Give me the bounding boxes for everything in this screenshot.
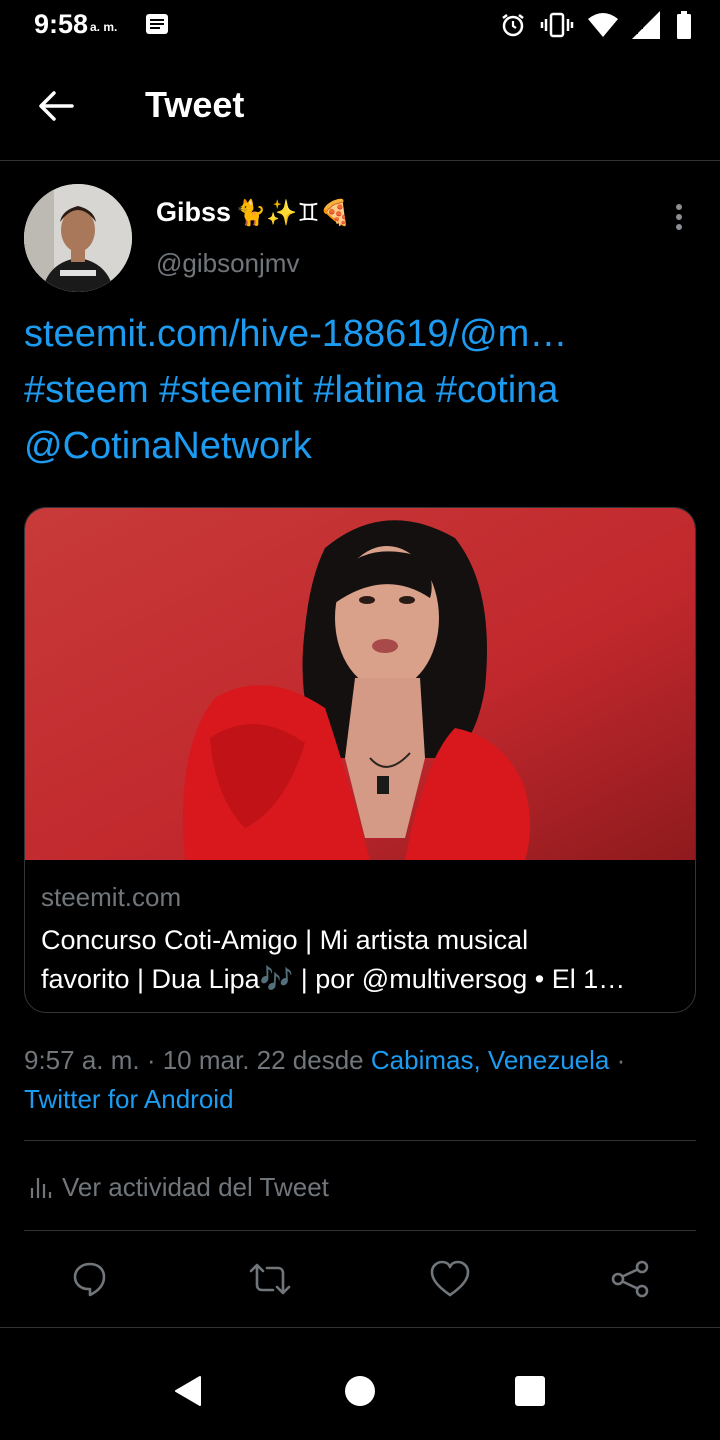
app-bar: Tweet (0, 50, 720, 161)
back-arrow-icon (39, 91, 74, 121)
card-title-line: favorito | Dua Lipa🎶 | por @multiversog … (41, 964, 626, 994)
card-image (25, 508, 695, 860)
tweet-text: steemit.com/hive-188619/@m… #steem #stee… (24, 306, 696, 474)
like-icon (430, 1260, 470, 1297)
author-emojis: 🐈✨♊🍕 (235, 198, 351, 227)
author-handle[interactable]: @gibsonjmv (156, 248, 299, 279)
nav-back-icon (175, 1376, 201, 1406)
reply-button[interactable] (67, 1256, 113, 1302)
meta-separator: · (609, 1045, 626, 1075)
card-title-line: Concurso Coti-Amigo | Mi artista musical (41, 925, 529, 955)
tweet-timestamp: 9:57 a. m. · 10 mar. 22 desde (24, 1045, 371, 1075)
tweet-link[interactable]: steemit.com/hive-188619/@m… (24, 306, 696, 362)
avatar[interactable] (24, 184, 132, 292)
tweet-meta: 9:57 a. m. · 10 mar. 22 desde Cabimas, V… (24, 1041, 696, 1119)
status-icons (500, 10, 692, 40)
notification-icon (146, 14, 168, 34)
reply-icon (73, 1262, 106, 1297)
link-card[interactable]: steemit.com Concurso Coti-Amigo | Mi art… (24, 507, 696, 1013)
signal-icon (632, 11, 660, 39)
nav-home-button[interactable] (335, 1366, 385, 1416)
tweet-activity-label: Ver actividad del Tweet (62, 1171, 329, 1202)
vibrate-icon (540, 12, 574, 38)
card-title: Concurso Coti-Amigo | Mi artista musical… (41, 921, 681, 999)
tweet-mention[interactable]: @CotinaNetwork (24, 418, 696, 474)
share-button[interactable] (607, 1256, 653, 1302)
status-time: 9:58 (34, 9, 89, 39)
tweet-hashtags[interactable]: #steem #steemit #latina #cotina (24, 362, 696, 418)
nav-recents-button[interactable] (505, 1366, 555, 1416)
tweet-activity-button[interactable]: Ver actividad del Tweet (24, 1162, 329, 1212)
client-link[interactable]: Twitter for Android (24, 1084, 234, 1114)
chart-icon (30, 1178, 52, 1198)
battery-icon (677, 11, 691, 39)
retweet-button[interactable] (247, 1256, 293, 1302)
avatar-image (24, 184, 132, 292)
status-ampm: a. m. (90, 20, 118, 34)
share-icon (611, 1260, 649, 1298)
like-button[interactable] (427, 1256, 473, 1302)
back-button[interactable] (30, 84, 82, 128)
nav-home-icon (345, 1376, 375, 1406)
author-name-text: Gibss (156, 197, 232, 227)
page-title: Tweet (145, 84, 245, 125)
card-domain: steemit.com (41, 882, 182, 912)
divider (24, 1140, 696, 1141)
author-name[interactable]: Gibss 🐈✨♊🍕 (156, 197, 351, 228)
wifi-icon (588, 13, 618, 37)
location-link[interactable]: Cabimas, Venezuela (371, 1045, 609, 1075)
nav-back-button[interactable] (163, 1366, 213, 1416)
nav-recents-icon (515, 1376, 545, 1406)
divider (24, 1230, 696, 1231)
retweet-icon (249, 1263, 291, 1295)
more-vertical-icon[interactable] (664, 200, 694, 234)
alarm-icon (502, 14, 524, 37)
